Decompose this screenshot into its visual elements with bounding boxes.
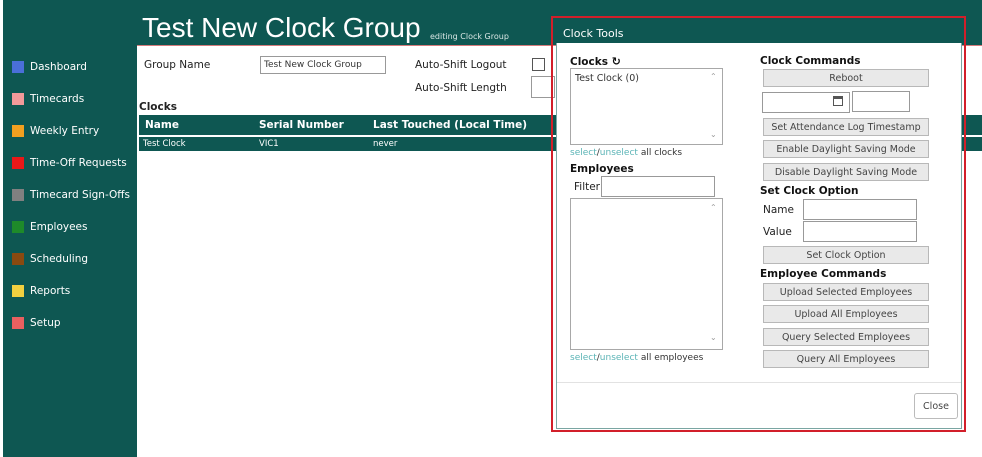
sidebar-item-label: Timecards bbox=[30, 93, 85, 105]
scroll-down-icon[interactable]: ⌄ bbox=[710, 130, 717, 139]
enable-daylight-saving-button[interactable]: Enable Daylight Saving Mode bbox=[763, 140, 929, 158]
auto-shift-length-label: Auto-Shift Length bbox=[415, 82, 507, 94]
timestamp-time-input[interactable] bbox=[852, 91, 910, 112]
modal-clocks-label-text: Clocks bbox=[570, 56, 608, 68]
employee-commands-label: Employee Commands bbox=[760, 268, 887, 280]
filter-label: Filter bbox=[574, 181, 601, 193]
employees-listbox[interactable] bbox=[570, 198, 723, 350]
sidebar-item-timecards[interactable]: Timecards bbox=[12, 89, 84, 109]
reboot-button[interactable]: Reboot bbox=[763, 69, 929, 87]
query-selected-employees-button[interactable]: Query Selected Employees bbox=[763, 328, 929, 346]
sidebar-item-label: Employees bbox=[30, 221, 88, 233]
sidebar-item-label: Weekly Entry bbox=[30, 125, 100, 137]
option-name-input[interactable] bbox=[803, 199, 917, 220]
scroll-down-icon[interactable]: ⌄ bbox=[710, 333, 717, 342]
dashboard-color-icon bbox=[12, 61, 24, 73]
group-name-input[interactable] bbox=[260, 56, 386, 74]
select-employees-line: select/unselect all employees bbox=[570, 353, 703, 363]
modal-employees-label: Employees bbox=[570, 163, 634, 175]
sidebar-item-scheduling[interactable]: Scheduling bbox=[12, 249, 88, 269]
page-title: Test New Clock Group bbox=[142, 12, 421, 43]
table-cell-serial: VIC1 bbox=[259, 139, 279, 149]
column-header-last-touched[interactable]: Last Touched (Local Time) bbox=[373, 119, 527, 131]
timecards-color-icon bbox=[12, 93, 24, 105]
auto-shift-logout-checkbox[interactable] bbox=[532, 58, 545, 71]
setup-color-icon bbox=[12, 317, 24, 329]
sidebar-item-dashboard[interactable]: Dashboard bbox=[12, 57, 87, 77]
sidebar-item-time-off-requests[interactable]: Time-Off Requests bbox=[12, 153, 127, 173]
clocks-section-label: Clocks bbox=[139, 101, 177, 113]
sidebar-item-label: Dashboard bbox=[30, 61, 87, 73]
upload-all-employees-button[interactable]: Upload All Employees bbox=[763, 305, 929, 323]
refresh-icon[interactable]: ↻ bbox=[612, 55, 621, 68]
upload-selected-employees-button[interactable]: Upload Selected Employees bbox=[763, 283, 929, 301]
scroll-up-icon[interactable]: ⌃ bbox=[710, 72, 717, 81]
group-name-label: Group Name bbox=[144, 59, 211, 71]
sidebar-item-timecard-sign-offs[interactable]: Timecard Sign-Offs bbox=[12, 185, 130, 205]
column-header-name[interactable]: Name bbox=[145, 119, 179, 131]
unselect-all-clocks-link[interactable]: unselect bbox=[600, 148, 638, 158]
modal-clocks-label: Clocks ↻ bbox=[570, 55, 621, 68]
calendar-icon[interactable] bbox=[833, 96, 843, 106]
select-all-clocks-link[interactable]: select bbox=[570, 148, 597, 158]
clock-list-item[interactable]: Test Clock (0) bbox=[575, 73, 639, 84]
sidebar-item-label: Scheduling bbox=[30, 253, 89, 265]
page-subtitle: editing Clock Group bbox=[430, 32, 509, 41]
close-button[interactable]: Close bbox=[914, 393, 958, 419]
sidebar-item-label: Time-Off Requests bbox=[30, 157, 127, 169]
employees-color-icon bbox=[12, 221, 24, 233]
sidebar-item-label: Reports bbox=[30, 285, 71, 297]
set-attendance-log-timestamp-button[interactable]: Set Attendance Log Timestamp bbox=[763, 118, 929, 136]
auto-shift-logout-label: Auto-Shift Logout bbox=[415, 59, 507, 71]
modal-footer-divider bbox=[557, 382, 961, 383]
time-off-color-icon bbox=[12, 157, 24, 169]
option-name-label: Name bbox=[763, 204, 794, 216]
option-value-label: Value bbox=[763, 226, 792, 238]
disable-daylight-saving-button[interactable]: Disable Daylight Saving Mode bbox=[763, 163, 929, 181]
all-employees-text: all employees bbox=[640, 353, 704, 363]
query-all-employees-button[interactable]: Query All Employees bbox=[763, 350, 929, 368]
sidebar-item-reports[interactable]: Reports bbox=[12, 281, 70, 301]
filter-input[interactable] bbox=[601, 176, 715, 197]
column-header-serial[interactable]: Serial Number bbox=[259, 119, 344, 131]
scheduling-color-icon bbox=[12, 253, 24, 265]
sidebar-item-label: Timecard Sign-Offs bbox=[30, 189, 130, 201]
scroll-up-icon[interactable]: ⌃ bbox=[710, 203, 717, 212]
modal-title: Clock Tools bbox=[563, 27, 624, 40]
sign-offs-color-icon bbox=[12, 189, 24, 201]
option-value-input[interactable] bbox=[803, 221, 917, 242]
sidebar-item-setup[interactable]: Setup bbox=[12, 313, 61, 333]
sidebar-item-label: Setup bbox=[30, 317, 61, 329]
weekly-entry-color-icon bbox=[12, 125, 24, 137]
reports-color-icon bbox=[12, 285, 24, 297]
set-clock-option-label: Set Clock Option bbox=[760, 185, 859, 197]
unselect-all-employees-link[interactable]: unselect bbox=[600, 353, 638, 363]
table-cell-last-touched: never bbox=[373, 139, 398, 149]
table-cell-name: Test Clock bbox=[143, 139, 186, 149]
clock-commands-label: Clock Commands bbox=[760, 55, 861, 67]
all-clocks-text: all clocks bbox=[640, 148, 683, 158]
select-all-employees-link[interactable]: select bbox=[570, 353, 597, 363]
select-clocks-line: select/unselect all clocks bbox=[570, 148, 682, 158]
sidebar-item-employees[interactable]: Employees bbox=[12, 217, 87, 237]
sidebar-item-weekly-entry[interactable]: Weekly Entry bbox=[12, 121, 99, 141]
set-clock-option-button[interactable]: Set Clock Option bbox=[763, 246, 929, 264]
